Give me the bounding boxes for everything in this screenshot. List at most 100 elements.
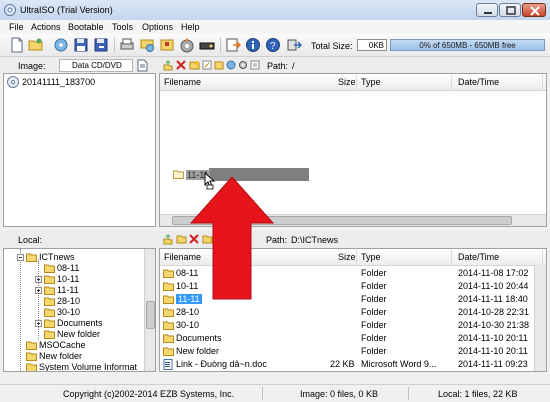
toolbar-separator: [114, 37, 115, 53]
tree-vscrollbar[interactable]: [144, 249, 155, 371]
file-type: Folder: [361, 333, 387, 343]
maximize-icon: [506, 6, 516, 15]
file-name: 28-10: [176, 307, 200, 317]
folder-icon: [163, 347, 174, 356]
collapse-icon[interactable]: [17, 254, 24, 261]
tree-item-label: New folder: [57, 329, 101, 339]
folder-icon: [44, 297, 55, 306]
tree-item-label: ICTnews: [39, 252, 75, 262]
column-date[interactable]: Date/Time: [458, 77, 499, 87]
file-row[interactable]: 28-10 Folder 2014-10-28 22:31: [160, 306, 534, 319]
status-local: Local: 1 files, 22 KB: [438, 389, 518, 399]
minimize-icon: [484, 12, 492, 14]
file-type: Microsoft Word 9...: [361, 359, 437, 369]
settings-icon[interactable]: [238, 60, 248, 70]
open-icon[interactable]: [28, 37, 44, 53]
image-path-label: Path:: [267, 61, 289, 71]
image-label: Image:: [18, 61, 46, 71]
folder-icon: [44, 286, 55, 295]
svg-text:?: ?: [270, 41, 276, 52]
menu-bar: File Actions Bootable Tools Options Help: [0, 20, 550, 34]
delete-icon[interactable]: [176, 60, 186, 70]
tree-item-label: 28-10: [57, 296, 81, 306]
exit-icon[interactable]: [286, 37, 302, 53]
boot-icon[interactable]: [226, 60, 236, 70]
up-folder-icon[interactable]: [163, 60, 173, 71]
new-folder-icon[interactable]: [189, 60, 200, 70]
tree-item-label: 30-10: [57, 307, 81, 317]
folder-icon: [44, 330, 55, 339]
column-type[interactable]: Type: [361, 77, 381, 87]
save-as-icon[interactable]: [93, 37, 109, 53]
info-icon[interactable]: [245, 37, 261, 53]
folder-icon: [163, 334, 174, 343]
folder-icon: [163, 321, 174, 330]
file-row[interactable]: 30-10 Folder 2014-10-30 21:38: [160, 319, 534, 332]
menu-actions[interactable]: Actions: [31, 22, 61, 32]
save-icon[interactable]: [73, 37, 89, 53]
file-date: 2014-10-28 22:31: [458, 307, 530, 317]
mount-icon[interactable]: [199, 37, 215, 53]
compress-icon[interactable]: [159, 37, 175, 53]
new-folder-icon[interactable]: [176, 234, 187, 244]
tree-item[interactable]: System Volume Informat: [4, 361, 144, 371]
file-row[interactable]: New folder Folder 2014-11-10 20:11: [160, 345, 534, 358]
column-date[interactable]: Date/Time: [458, 252, 499, 262]
status-copyright: Copyright (c)2002-2014 EZB Systems, Inc.: [63, 389, 235, 399]
folder-icon: [44, 319, 55, 328]
expand-icon[interactable]: [35, 276, 42, 283]
column-size[interactable]: Size: [338, 77, 356, 87]
folder-icon: [26, 253, 37, 262]
image-column-header: Filename Size Type Date/Time: [160, 74, 546, 91]
local-label: Local:: [18, 235, 43, 245]
column-size[interactable]: Size: [338, 252, 356, 262]
help-icon[interactable]: ?: [265, 37, 281, 53]
rename-icon[interactable]: [202, 60, 212, 70]
image-root-label[interactable]: 20141111_183700: [22, 77, 95, 87]
file-row[interactable]: Documents Folder 2014-11-10 20:11: [160, 332, 534, 345]
extract-icon[interactable]: [225, 37, 241, 53]
capacity-bar: 0% of 650MB - 650MB free: [390, 39, 545, 51]
hide-icon[interactable]: [214, 60, 224, 70]
file-type: Folder: [361, 320, 387, 330]
folder-icon: [44, 275, 55, 284]
column-type[interactable]: Type: [361, 252, 381, 262]
local-list-vscrollbar[interactable]: [534, 265, 546, 371]
open-cd-icon[interactable]: [53, 37, 69, 53]
tree-item-label: 10-11: [57, 274, 80, 284]
make-cd-icon[interactable]: [139, 37, 155, 53]
menu-tools[interactable]: Tools: [112, 22, 133, 32]
file-type: Folder: [361, 346, 387, 356]
word-doc-icon: [163, 359, 173, 370]
maximize-button[interactable]: [499, 3, 521, 17]
folder-icon: [163, 269, 174, 278]
local-panel-header: Local: Path: D:\ICTnews: [0, 231, 550, 248]
menu-options[interactable]: Options: [142, 22, 173, 32]
file-name: 30-10: [176, 320, 200, 330]
total-size-field: 0KB: [357, 39, 387, 51]
close-button[interactable]: [522, 3, 546, 17]
menu-help[interactable]: Help: [181, 22, 200, 32]
up-folder-icon[interactable]: [163, 234, 173, 245]
folder-icon: [173, 170, 184, 179]
new-icon[interactable]: [9, 37, 25, 53]
expand-icon[interactable]: [35, 320, 42, 327]
scroll-thumb[interactable]: [146, 301, 155, 329]
menu-file[interactable]: File: [9, 22, 24, 32]
capacity-text: 0% of 650MB - 650MB free: [419, 41, 516, 50]
expand-icon[interactable]: [35, 287, 42, 294]
folder-icon: [26, 352, 37, 361]
file-row[interactable]: Link - Ðuòng dâ~n.doc 22 KB Microsoft Wor…: [160, 358, 534, 371]
image-properties-icon[interactable]: [137, 59, 148, 72]
tree-item-label: MSOCache: [39, 340, 86, 350]
print-icon[interactable]: [119, 37, 135, 53]
properties-icon[interactable]: [250, 60, 260, 70]
column-filename[interactable]: Filename: [164, 77, 201, 87]
tree-item-label: New folder: [39, 351, 83, 361]
minimize-button[interactable]: [476, 3, 498, 17]
folder-icon: [163, 308, 174, 317]
image-type-field[interactable]: Data CD/DVD: [59, 59, 133, 72]
burn-icon[interactable]: [179, 37, 195, 53]
menu-bootable[interactable]: Bootable: [68, 22, 104, 32]
image-type-value: Data CD/DVD: [72, 61, 122, 70]
